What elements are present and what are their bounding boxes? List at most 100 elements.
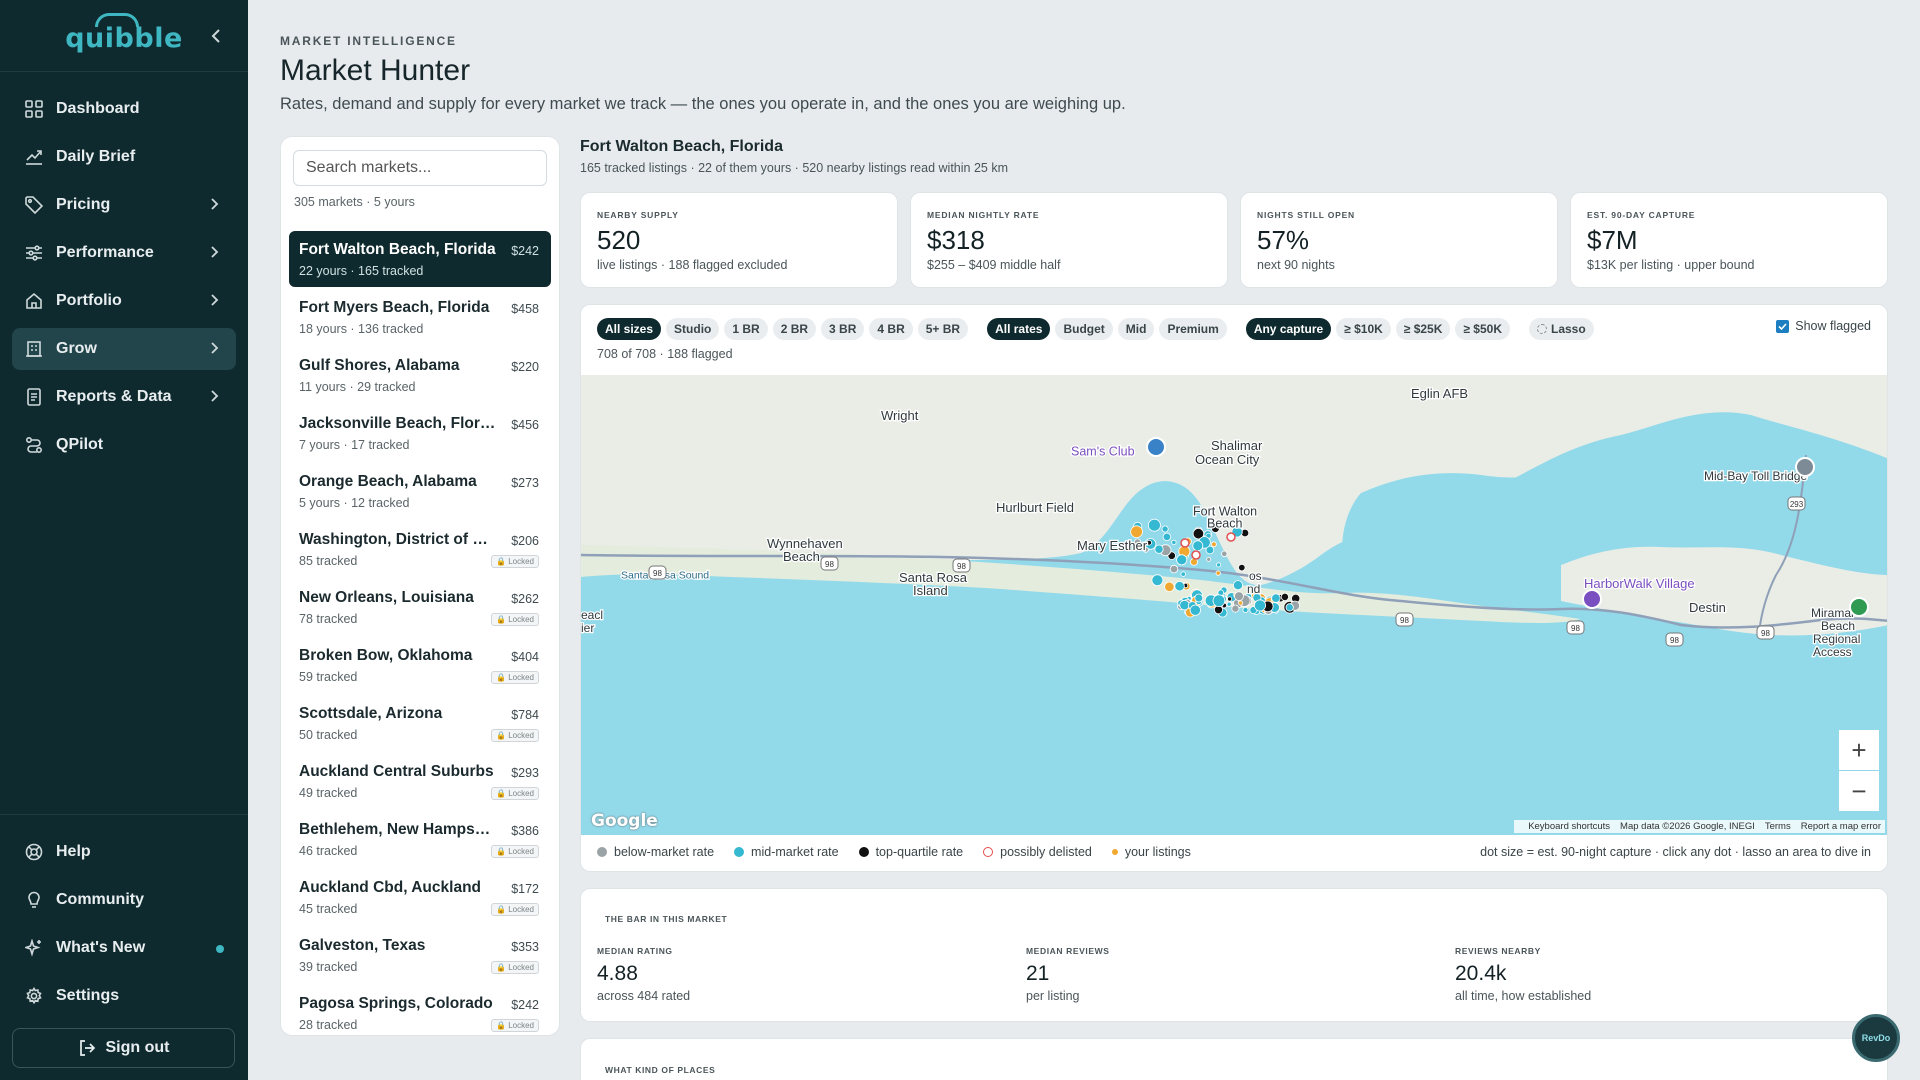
sidebar-item-daily-brief[interactable]: Daily Brief	[12, 136, 236, 178]
listing-dot[interactable]	[1234, 591, 1244, 602]
terms-link[interactable]: Terms	[1765, 821, 1791, 832]
listing-dot[interactable]	[1148, 518, 1161, 532]
sidebar-item-dashboard[interactable]: Dashboard	[12, 88, 236, 130]
map-pin-icon[interactable]	[1582, 589, 1602, 609]
sidebar-item-whats-new[interactable]: What's New	[12, 927, 236, 969]
listing-dot[interactable]	[1151, 574, 1164, 587]
rate-chip[interactable]: Budget	[1055, 318, 1113, 340]
market-list-item[interactable]: New Orleans, Louisiana 78 tracked $262 🔒 Lo…	[289, 579, 551, 635]
listing-dot[interactable]	[1280, 592, 1290, 601]
market-list-item[interactable]: Scottsdale, Arizona 50 tracked $784 🔒 Locke…	[289, 695, 551, 751]
listing-dot[interactable]	[1130, 525, 1143, 539]
sidebar-item-reports-data[interactable]: Reports & Data	[12, 376, 236, 418]
sign-out-button[interactable]: Sign out	[12, 1028, 235, 1068]
report-map-error-link[interactable]: Report a map error	[1801, 821, 1881, 832]
sidebar-item-grow[interactable]: Grow	[12, 328, 236, 370]
delisted-dot[interactable]	[1191, 550, 1201, 560]
delisted-dot[interactable]	[1180, 538, 1190, 548]
listing-dot[interactable]	[1189, 604, 1201, 616]
listing-dot[interactable]	[1192, 540, 1204, 552]
map-pin-icon[interactable]	[1849, 597, 1869, 617]
rate-chip[interactable]: Premium	[1159, 318, 1227, 340]
market-list-item[interactable]: Gulf Shores, Alabama 11 yours · 29 tracke…	[289, 347, 551, 403]
market-list-item[interactable]: Auckland Cbd, Auckland 45 tracked $172 🔒 Lo…	[289, 869, 551, 925]
listing-dot[interactable]	[1206, 556, 1212, 562]
listing-dot[interactable]	[1227, 596, 1233, 602]
listing-dot[interactable]	[1211, 541, 1217, 548]
listing-dot[interactable]	[1216, 562, 1222, 568]
size-chip[interactable]: 3 BR	[821, 318, 865, 340]
market-list-item[interactable]: Washington, District of Columbia 85 track…	[289, 521, 551, 577]
market-list-item[interactable]: Orange Beach, Alabama 5 yours · 12 tracke…	[289, 463, 551, 519]
rate-chip[interactable]: All rates	[987, 318, 1051, 340]
listing-dot[interactable]	[1161, 525, 1169, 533]
capture-chip[interactable]: ≥ $50K	[1455, 318, 1510, 340]
collapse-sidebar-button[interactable]	[206, 26, 226, 46]
size-chip[interactable]: 2 BR	[772, 318, 817, 340]
listing-dot[interactable]	[1285, 603, 1294, 612]
capture-chip[interactable]: ≥ $10K	[1336, 318, 1391, 340]
market-list-item[interactable]: Galveston, Texas 39 tracked $353 🔒 Locked	[289, 927, 551, 983]
listing-dot[interactable]	[1176, 554, 1188, 566]
sidebar-item-qpilot[interactable]: QPilot	[12, 424, 236, 466]
market-list-item[interactable]: Jacksonville Beach, Florida 7 yours · 17 …	[289, 405, 551, 461]
market-list-item[interactable]: Fort Walton Beach, Florida 22 yours · 165…	[289, 231, 551, 287]
market-list-item[interactable]: Auckland Central Suburbs 49 tracked $293 🔒 …	[289, 753, 551, 809]
size-chip[interactable]: 5+ BR	[917, 318, 969, 340]
listing-dot[interactable]	[1242, 606, 1249, 613]
rate-chip[interactable]: Mid	[1117, 318, 1155, 340]
listing-dot[interactable]	[1238, 563, 1246, 572]
listing-dot[interactable]	[1238, 600, 1244, 606]
listing-dot[interactable]	[1231, 604, 1240, 613]
listing-dot[interactable]	[1171, 539, 1177, 545]
map-pin-icon[interactable]	[1146, 437, 1166, 457]
listing-dot[interactable]	[1154, 544, 1164, 554]
listing-dot[interactable]	[1226, 601, 1232, 607]
keyboard-shortcuts-link[interactable]: Keyboard shortcuts	[1528, 821, 1610, 832]
sidebar-item-help[interactable]: Help	[12, 831, 236, 873]
capture-chip[interactable]: ≥ $25K	[1395, 318, 1451, 340]
listing-dot[interactable]	[1180, 571, 1186, 577]
zoom-out-button[interactable]: −	[1839, 771, 1879, 811]
market-map[interactable]: Eglin AFB Wright Shalimar Sam's Club Ocean C…	[581, 375, 1887, 835]
revdo-widget-button[interactable]: RevDo	[1852, 1014, 1900, 1062]
listing-dot[interactable]	[1146, 539, 1152, 546]
sidebar-item-settings[interactable]: Settings	[12, 975, 236, 1017]
market-list-item[interactable]: Fort Myers Beach, Florida 18 yours · 136 …	[289, 289, 551, 345]
map-place-label: ier	[581, 621, 594, 635]
size-chip[interactable]: 4 BR	[869, 318, 913, 340]
zoom-in-button[interactable]: +	[1839, 730, 1879, 770]
listing-dot[interactable]	[1212, 594, 1226, 608]
listing-dot[interactable]	[1162, 532, 1172, 542]
listing-dot[interactable]	[1233, 580, 1244, 591]
map-place-label: Access	[1813, 645, 1852, 659]
size-chip[interactable]: Studio	[666, 318, 720, 340]
sidebar-item-pricing[interactable]: Pricing	[12, 184, 236, 226]
market-list-item[interactable]: Pagosa Springs, Colorado 28 tracked $242 🔒 …	[289, 985, 551, 1035]
show-flagged-toggle[interactable]: Show flagged	[1776, 319, 1871, 333]
capture-chip[interactable]: Any capture	[1245, 318, 1332, 340]
locked-label: Locked	[508, 789, 534, 798]
size-chip[interactable]: All sizes	[597, 318, 662, 340]
listing-dot[interactable]	[1254, 599, 1267, 612]
sidebar-item-performance[interactable]: Performance	[12, 232, 236, 274]
listing-dot[interactable]	[1215, 570, 1221, 576]
sidebar-item-community[interactable]: Community	[12, 879, 236, 921]
listing-dot[interactable]	[1179, 599, 1190, 611]
listing-dot[interactable]	[1164, 581, 1175, 593]
listing-dot[interactable]	[1174, 580, 1185, 592]
delisted-dot[interactable]	[1226, 532, 1236, 542]
market-list-item[interactable]: Bethlehem, New Hampshire 46 tracked $386 🔒 …	[289, 811, 551, 867]
logo[interactable]: quibble	[65, 13, 183, 54]
size-chip[interactable]: 1 BR	[724, 318, 768, 340]
lasso-button[interactable]: Lasso	[1529, 318, 1594, 340]
show-flagged-checkbox[interactable]	[1776, 319, 1790, 333]
listing-dot[interactable]	[1169, 564, 1179, 574]
listing-dot[interactable]	[1194, 593, 1204, 603]
listing-dot[interactable]	[1221, 550, 1228, 557]
sidebar-item-portfolio[interactable]: Portfolio	[12, 280, 236, 322]
market-search-input[interactable]	[293, 150, 547, 186]
map-pin-icon[interactable]	[1795, 457, 1815, 477]
listing-dot[interactable]	[1271, 593, 1281, 603]
market-list-item[interactable]: Broken Bow, Oklahoma 59 tracked $404 🔒 Lock…	[289, 637, 551, 693]
